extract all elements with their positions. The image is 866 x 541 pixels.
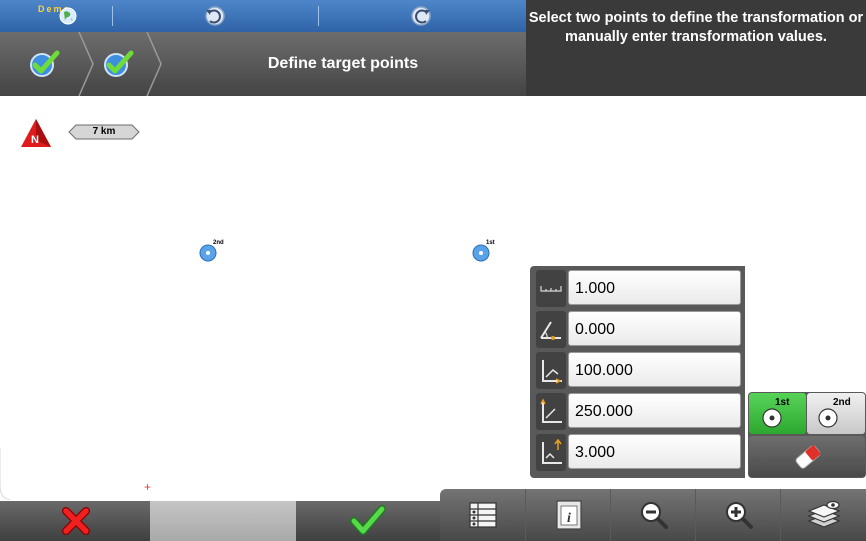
page-title: Define target points bbox=[267, 55, 419, 72]
point-marker-icon bbox=[472, 244, 490, 262]
zoom-in-button[interactable] bbox=[695, 489, 781, 541]
point-marker-icon bbox=[199, 244, 217, 262]
info-icon: i bbox=[555, 500, 582, 530]
demo-label: Demo bbox=[38, 4, 72, 14]
layers-icon bbox=[806, 500, 841, 528]
point-marker-icon bbox=[818, 408, 838, 428]
target-point-label: 2nd bbox=[213, 240, 224, 246]
erase-points-button[interactable] bbox=[749, 436, 865, 477]
offset-y-icon[interactable] bbox=[536, 393, 566, 430]
offset-z-row: 3.000 bbox=[536, 434, 741, 471]
close-icon bbox=[62, 507, 90, 535]
point-selector: 1st 2nd bbox=[748, 392, 866, 478]
wizard-breadcrumb: Define target points bbox=[0, 32, 526, 96]
table-icon bbox=[468, 502, 497, 528]
top-bar-divider bbox=[112, 6, 113, 26]
globe-icon bbox=[59, 7, 77, 25]
offset-x-input[interactable]: 100.000 bbox=[568, 352, 741, 387]
map-toolbar: i bbox=[440, 489, 866, 541]
undo-button[interactable] bbox=[201, 2, 229, 30]
eraser-icon bbox=[795, 445, 821, 469]
rotation-row: 0.000 bbox=[536, 311, 741, 348]
offset-x-row: 100.000 bbox=[536, 352, 741, 389]
north-label: N bbox=[31, 134, 39, 146]
scale-input[interactable]: 1.000 bbox=[568, 270, 741, 305]
zoom-out-button[interactable] bbox=[610, 489, 696, 541]
target-point-2nd[interactable]: 2nd bbox=[198, 240, 224, 266]
scale-icon[interactable] bbox=[536, 270, 566, 307]
zoom-out-icon bbox=[640, 502, 668, 529]
offset-y-input[interactable]: 250.000 bbox=[568, 393, 741, 428]
offset-z-input[interactable]: 3.000 bbox=[568, 434, 741, 469]
check-icon bbox=[30, 50, 60, 77]
layers-button[interactable] bbox=[780, 489, 866, 541]
offset-y-row: 250.000 bbox=[536, 393, 741, 430]
offset-x-icon[interactable] bbox=[536, 352, 566, 389]
breadcrumb-separator-icon bbox=[78, 32, 94, 96]
scale-row: 1.000 bbox=[536, 270, 741, 307]
rotation-input[interactable]: 0.000 bbox=[568, 311, 741, 346]
select-2nd-point-button[interactable]: 2nd bbox=[807, 393, 865, 434]
undo-icon bbox=[205, 6, 225, 26]
check-icon bbox=[350, 505, 386, 535]
crosshair-icon: + bbox=[144, 480, 152, 494]
target-point-1st[interactable]: 1st bbox=[471, 240, 497, 266]
demo-badge[interactable]: Demo bbox=[22, 3, 78, 29]
top-bar: Demo bbox=[0, 0, 526, 33]
transformation-panel: 1.000 0.000 100.000 250.000 3.000 bbox=[530, 266, 745, 478]
cancel-button[interactable] bbox=[0, 501, 150, 541]
point-marker-icon bbox=[762, 408, 782, 428]
empty-action-slot bbox=[150, 501, 296, 541]
table-view-button[interactable] bbox=[440, 489, 525, 541]
rotation-icon[interactable] bbox=[536, 311, 566, 348]
scale-bar: 7 km bbox=[68, 124, 140, 140]
select-2nd-label: 2nd bbox=[833, 397, 851, 408]
target-point-label: 1st bbox=[486, 240, 495, 246]
zoom-in-icon bbox=[725, 502, 753, 529]
top-bar-divider bbox=[318, 6, 319, 26]
redo-button[interactable] bbox=[407, 2, 435, 30]
wizard-step-1[interactable] bbox=[0, 32, 80, 96]
svg-text:i: i bbox=[567, 511, 571, 526]
scale-label: 7 km bbox=[92, 126, 116, 137]
offset-z-icon[interactable] bbox=[536, 434, 566, 471]
info-button[interactable]: i bbox=[525, 489, 611, 541]
check-icon bbox=[104, 50, 134, 77]
redo-icon bbox=[411, 6, 431, 26]
select-1st-label: 1st bbox=[775, 397, 790, 408]
panel-edge-icon bbox=[0, 448, 10, 500]
instruction-panel: Select two points to define the transfor… bbox=[526, 0, 866, 96]
confirm-button[interactable] bbox=[296, 501, 442, 541]
north-arrow-icon: N bbox=[21, 119, 51, 147]
select-1st-point-button[interactable]: 1st bbox=[749, 393, 806, 434]
